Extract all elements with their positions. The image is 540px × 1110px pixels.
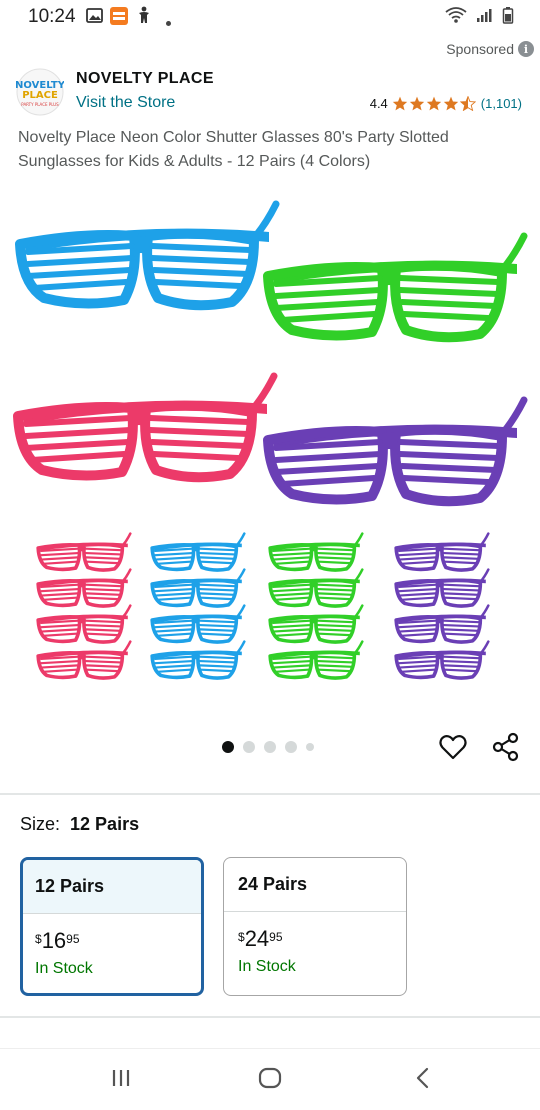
navigation-bar (0, 1048, 540, 1110)
rating-value: 4.4 (369, 96, 388, 111)
glasses-blue (20, 204, 276, 305)
glasses-grid-pink (36, 531, 133, 680)
carousel-dot[interactable] (243, 741, 255, 753)
svg-text:PLACE: PLACE (22, 90, 58, 101)
glasses-purple (268, 400, 524, 501)
glasses-green (268, 236, 524, 337)
price-whole: 16 (41, 928, 67, 953)
recent-apps-icon[interactable] (110, 1067, 132, 1094)
brand-name[interactable]: NOVELTY PLACE (76, 70, 214, 88)
size-option-price: $24 95 (224, 928, 406, 950)
info-icon[interactable]: i (518, 41, 534, 57)
home-icon[interactable] (258, 1067, 282, 1094)
glasses-pink (18, 376, 274, 477)
size-option-name: 24 Pairs (224, 858, 406, 912)
accessibility-icon (136, 6, 152, 29)
app-notification-icon (110, 7, 128, 30)
product-title: Novelty Place Neon Color Shutter Glasses… (18, 129, 449, 170)
size-option-name: 12 Pairs (23, 860, 201, 914)
price-fraction: 95 (269, 930, 283, 944)
size-label: Size: (20, 814, 61, 834)
status-time: 10:24 (28, 6, 76, 27)
status-bar: 10:24 (0, 0, 540, 34)
price-currency: $ (238, 930, 245, 944)
back-icon[interactable] (414, 1067, 432, 1094)
gallery-icon (86, 8, 103, 28)
stock-status: In Stock (238, 958, 296, 975)
size-option-price: $16 95 (23, 930, 201, 952)
size-option-12-pairs[interactable]: 12 Pairs $16 95 In Stock (20, 857, 204, 996)
star-icon (392, 96, 407, 111)
heart-icon[interactable] (439, 733, 467, 761)
sponsored-label[interactable]: Sponsored i (446, 41, 534, 57)
size-option-24-pairs[interactable]: 24 Pairs $24 95 In Stock (223, 857, 407, 996)
half-star-icon (459, 96, 476, 111)
signal-icon (476, 6, 494, 28)
stock-status: In Stock (35, 960, 93, 977)
rating-count: (1,101) (480, 96, 522, 111)
product-image[interactable] (0, 188, 540, 728)
glasses-grid-purple (394, 531, 491, 680)
battery-icon (502, 6, 514, 28)
star-icon (426, 96, 441, 111)
section-divider (0, 1016, 540, 1018)
price-whole: 24 (244, 926, 270, 951)
size-label-row: Size: 12 Pairs (20, 814, 139, 835)
star-icon (443, 96, 458, 111)
carousel-dots[interactable] (222, 741, 314, 753)
carousel-dot[interactable] (285, 741, 297, 753)
carousel-dot[interactable] (264, 741, 276, 753)
glasses-grid-blue (150, 531, 247, 680)
wifi-icon (444, 6, 468, 28)
dot-icon (166, 13, 171, 31)
carousel-dot[interactable] (222, 741, 234, 753)
svg-text:PARTY PLACE PLUS: PARTY PLACE PLUS (21, 102, 59, 107)
price-fraction: 95 (66, 932, 80, 946)
brand-logo[interactable]: NOVELTY PLACE PARTY PLACE PLUS (15, 68, 66, 116)
glasses-grid-green (268, 531, 365, 680)
sponsored-text: Sponsored (446, 41, 514, 57)
star-rating (392, 96, 476, 111)
share-icon[interactable] (492, 732, 520, 762)
price-currency: $ (35, 932, 42, 946)
rating-summary[interactable]: 4.4 (1,101) (370, 96, 522, 111)
size-selected-value: 12 Pairs (70, 814, 140, 834)
carousel-dot[interactable] (306, 743, 314, 751)
star-icon (409, 96, 424, 111)
section-divider (0, 793, 540, 795)
visit-store-link[interactable]: Visit the Store (76, 94, 175, 112)
